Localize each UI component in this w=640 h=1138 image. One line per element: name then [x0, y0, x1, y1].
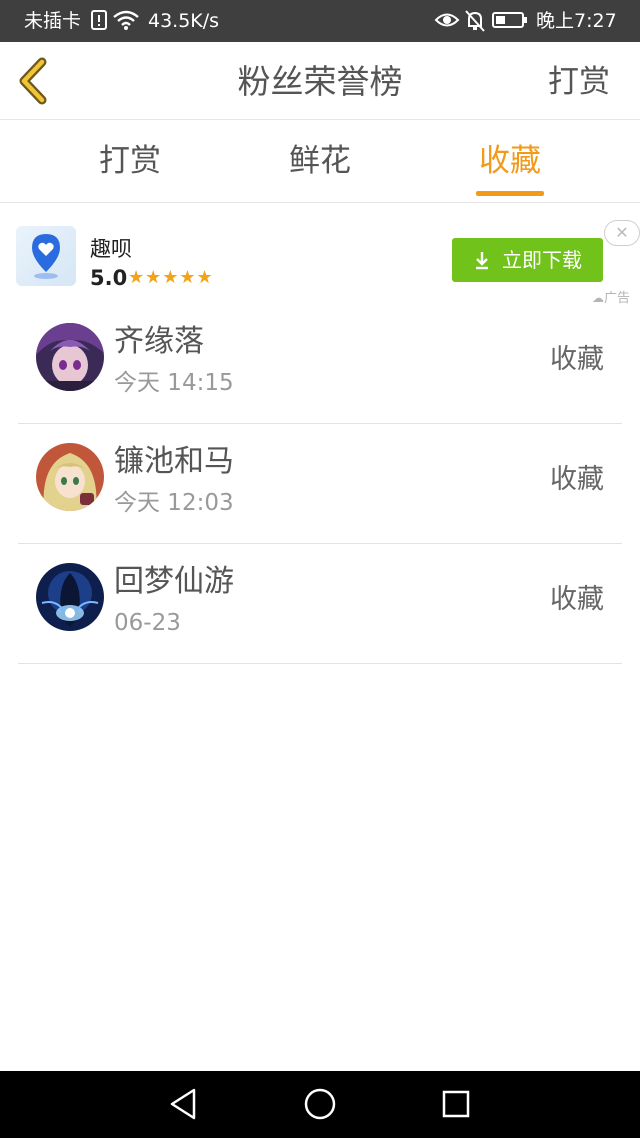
fan-time: 今天 14:15 [114, 370, 234, 396]
fan-time: 06-23 [114, 610, 181, 636]
tab-bar: 打赏 鲜花 收藏 [0, 121, 640, 203]
ad-app-name: 趣呗 [90, 237, 132, 261]
ad-banner[interactable]: 趣呗 5.0 ★★★★★ ✕ 立即下载 ☁广告 [0, 204, 640, 306]
fan-name: 齐缘落 [114, 324, 204, 359]
status-bar: 未插卡 43.5K/s 晚上7:27 [0, 0, 640, 42]
anime-avatar-image [36, 443, 104, 511]
sim-alert-icon [91, 10, 107, 30]
list-item[interactable]: 齐缘落 今天 14:15 收藏 [0, 304, 640, 424]
tab-reward[interactable]: 打赏 [60, 141, 200, 181]
nav-recents-square-icon[interactable] [441, 1087, 471, 1121]
ad-download-button[interactable]: 立即下载 [452, 238, 603, 282]
fan-name: 镰池和马 [114, 444, 234, 479]
ad-rating-value: 5.0 [90, 266, 128, 290]
ad-close-button[interactable]: ✕ [604, 220, 640, 246]
location-pin-icon [32, 234, 60, 279]
download-icon [476, 252, 488, 270]
fan-action: 收藏 [550, 344, 604, 375]
nav-back-triangle-icon[interactable] [168, 1087, 198, 1121]
tab-flowers[interactable]: 鲜花 [250, 141, 390, 181]
reward-button[interactable]: 打赏 [548, 62, 610, 102]
avatar[interactable] [36, 563, 104, 631]
page-title: 粉丝荣誉榜 [237, 62, 403, 101]
fan-name: 回梦仙游 [114, 564, 234, 599]
wifi-icon [113, 10, 139, 30]
battery-icon [492, 12, 527, 28]
list-item[interactable]: 镰池和马 今天 12:03 收藏 [0, 424, 640, 544]
fan-time: 今天 12:03 [114, 490, 234, 516]
ad-rating-stars: ★★★★★ [128, 267, 214, 288]
fan-list: 齐缘落 今天 14:15 收藏 镰池和马 今天 12:03 收藏 回梦仙游 06… [0, 304, 640, 664]
cloud-icon: ☁ [592, 291, 604, 305]
carrier-text: 未插卡 [24, 10, 82, 32]
network-speed: 43.5K/s [148, 10, 220, 32]
system-nav-bar [0, 1071, 640, 1138]
fan-action: 收藏 [550, 584, 604, 615]
eye-icon [434, 13, 460, 27]
tab-favorites[interactable]: 收藏 [440, 141, 580, 181]
avatar[interactable] [36, 443, 104, 511]
avatar[interactable] [36, 323, 104, 391]
clock-text: 晚上7:27 [536, 10, 617, 32]
ad-app-icon [16, 226, 76, 286]
mute-bell-icon [465, 10, 485, 32]
anime-avatar-image [36, 563, 104, 631]
active-tab-indicator [476, 191, 544, 196]
anime-avatar-image [36, 323, 104, 391]
list-item[interactable]: 回梦仙游 06-23 收藏 [0, 544, 640, 664]
nav-bar: 粉丝荣誉榜 打赏 [0, 42, 640, 120]
fan-action: 收藏 [550, 464, 604, 495]
nav-home-circle-icon[interactable] [303, 1087, 337, 1121]
ad-download-label: 立即下载 [502, 248, 582, 272]
